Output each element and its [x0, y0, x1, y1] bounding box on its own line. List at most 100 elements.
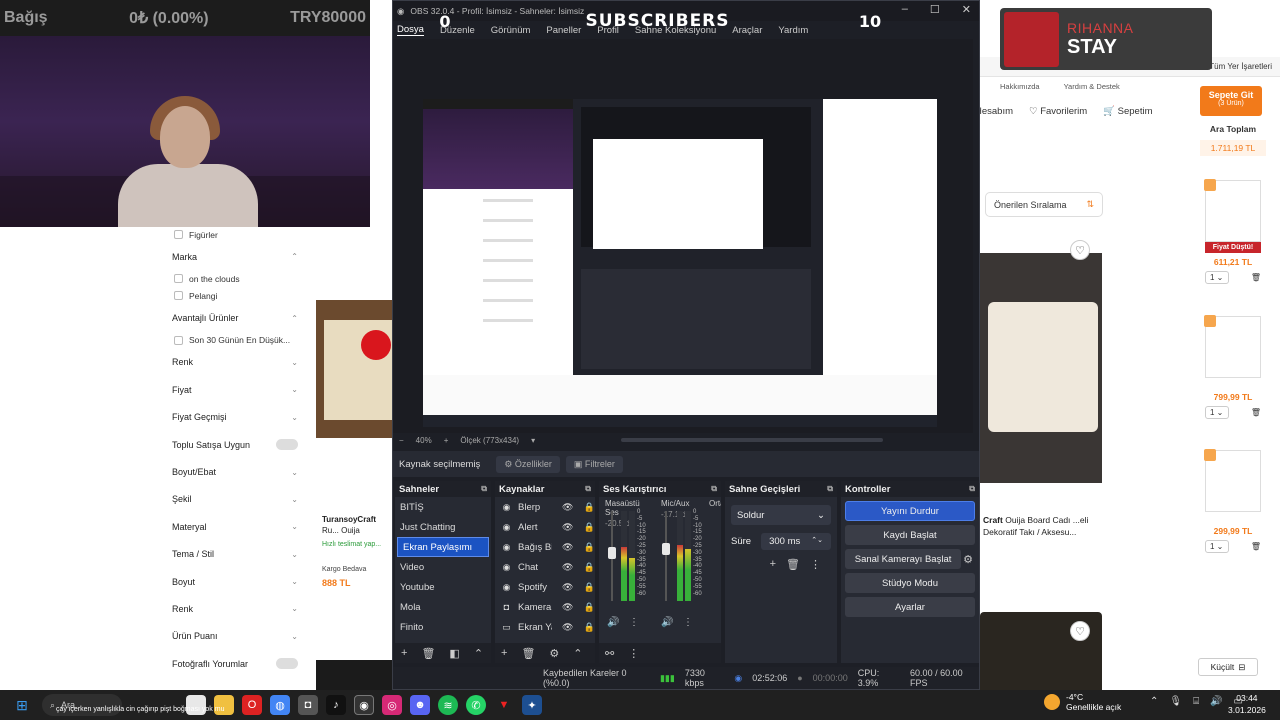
- zoom-in-icon[interactable]: +: [444, 436, 449, 445]
- filter-header[interactable]: Ürün Puanı ⌄: [160, 623, 310, 650]
- item-checkbox[interactable]: [1204, 315, 1216, 327]
- visibility-icon[interactable]: 👁: [562, 522, 573, 533]
- start-virtual-camera-button[interactable]: Sanal Kamerayı Başlat: [845, 549, 962, 569]
- account-link[interactable]: Hesabım: [975, 106, 1013, 117]
- source-item[interactable]: ◉ Spotify 👁 🔒: [495, 577, 595, 597]
- filters-button[interactable]: ▣ Filtreler: [565, 455, 623, 473]
- filter-header[interactable]: Tema / Stil ⌄: [160, 541, 310, 568]
- studio-mode-button[interactable]: Stüdyo Modu: [845, 573, 975, 593]
- visibility-icon[interactable]: 👁: [562, 562, 573, 573]
- instagram-icon[interactable]: ◎: [382, 695, 402, 715]
- scene-item[interactable]: Mola: [395, 597, 491, 617]
- checkbox[interactable]: [174, 291, 183, 301]
- preview-scrollbar[interactable]: [621, 438, 883, 442]
- all-bookmarks[interactable]: Tüm Yer İşaretleri: [1209, 62, 1272, 71]
- source-item[interactable]: ◘ Kamera 👁 🔒: [495, 597, 595, 617]
- scene-item[interactable]: Youtube: [395, 577, 491, 597]
- scale-label[interactable]: Ölçek (773x434): [460, 436, 519, 445]
- link-icon[interactable]: ⚯: [605, 647, 614, 660]
- chrome-icon[interactable]: ◍: [270, 695, 290, 715]
- more-icon[interactable]: ⋮: [628, 647, 639, 660]
- start-recording-button[interactable]: Kaydı Başlat: [845, 525, 975, 545]
- checkbox[interactable]: [174, 230, 183, 239]
- visibility-icon[interactable]: 👁: [562, 542, 573, 553]
- cart-link[interactable]: 🛒 Sepetim: [1103, 106, 1152, 117]
- filter-option[interactable]: Pelangi: [160, 287, 310, 304]
- zoom-out-icon[interactable]: −: [399, 436, 404, 445]
- lock-icon[interactable]: 🔒: [583, 562, 594, 573]
- camera-icon[interactable]: ◘: [298, 695, 318, 715]
- scene-item[interactable]: Ekran Paylaşımı: [397, 537, 489, 557]
- source-item[interactable]: ◉ Chat 👁 🔒: [495, 557, 595, 577]
- source-item[interactable]: ◉ Blerp 👁 🔒: [495, 497, 595, 517]
- filter-header[interactable]: Materyal ⌄: [160, 513, 310, 540]
- qty-select[interactable]: 1 ⌄: [1205, 271, 1229, 284]
- qty-select[interactable]: 1 ⌄: [1205, 540, 1229, 553]
- checkbox[interactable]: [174, 274, 183, 284]
- visibility-icon[interactable]: 👁: [562, 622, 573, 633]
- sort-dropdown[interactable]: Önerilen Sıralama ⇅: [985, 192, 1103, 217]
- close-icon[interactable]: ✕: [962, 3, 971, 16]
- undock-icon[interactable]: ⧉: [711, 484, 717, 494]
- qty-select[interactable]: 1 ⌄: [1205, 406, 1229, 419]
- scene-item[interactable]: BITİŞ: [395, 497, 491, 517]
- app-icon[interactable]: ✦: [522, 695, 542, 715]
- obs-icon[interactable]: ◉: [354, 695, 374, 715]
- duration-input[interactable]: 300 ms ⌃⌄: [761, 533, 831, 550]
- clock[interactable]: 03:44 3.01.2026: [1228, 692, 1266, 716]
- filter-header[interactable]: Boyut/Ebat ⌄: [160, 458, 310, 485]
- filter-header[interactable]: Boyut ⌄: [160, 568, 310, 595]
- filter-option[interactable]: Son 30 Günün En Düşük...: [160, 332, 310, 349]
- lock-icon[interactable]: 🔒: [583, 622, 594, 633]
- filter-header[interactable]: Avantajlı Ürünler ⌃: [160, 304, 310, 331]
- undock-icon[interactable]: ⧉: [585, 484, 591, 494]
- about-link[interactable]: Hakkımızda: [1000, 82, 1040, 91]
- favorite-heart-icon[interactable]: ♡: [1070, 240, 1090, 260]
- trash-icon[interactable]: 🗑: [421, 647, 435, 660]
- visibility-icon[interactable]: 👁: [562, 582, 573, 593]
- mic-icon[interactable]: 🎙: [1169, 696, 1182, 707]
- favorites-link[interactable]: ♡ Favorilerim: [1029, 106, 1087, 117]
- network-icon[interactable]: ⌸: [1193, 696, 1199, 707]
- trash-icon[interactable]: 🗑: [786, 558, 800, 571]
- product-title[interactable]: Craft Ouija Board Cadı ...eli Dekoratif …: [983, 514, 1101, 538]
- lock-icon[interactable]: 🔒: [583, 582, 594, 593]
- source-item[interactable]: ◉ Bağış Bil 👁 🔒: [495, 537, 595, 557]
- gear-icon[interactable]: ⚙: [549, 647, 559, 660]
- lock-icon[interactable]: 🔒: [583, 602, 594, 613]
- more-icon[interactable]: ⋮: [683, 617, 693, 628]
- filter-option[interactable]: Figürler: [160, 226, 310, 243]
- settings-button[interactable]: Ayarlar: [845, 597, 975, 617]
- chevron-up-icon[interactable]: ⌃: [573, 647, 582, 660]
- toggle-switch[interactable]: [276, 658, 298, 670]
- maximize-icon[interactable]: ☐: [930, 3, 940, 16]
- item-checkbox[interactable]: [1204, 179, 1216, 191]
- trash-icon[interactable]: 🗑: [1251, 273, 1261, 282]
- more-icon[interactable]: ⋮: [810, 558, 821, 571]
- undock-icon[interactable]: ⧉: [969, 484, 975, 494]
- stop-stream-button[interactable]: Yayını Durdur: [845, 501, 975, 521]
- whatsapp-icon[interactable]: ✆: [466, 695, 486, 715]
- trash-icon[interactable]: 🗑: [1251, 408, 1261, 417]
- undock-icon[interactable]: ⧉: [827, 484, 833, 494]
- filter-option[interactable]: on the clouds: [160, 270, 310, 287]
- filter-header[interactable]: Fiyat ⌄: [160, 376, 310, 403]
- filter-icon[interactable]: ◧: [449, 647, 459, 660]
- filter-header[interactable]: Fiyat Geçmişi ⌄: [160, 404, 310, 431]
- scene-item[interactable]: Just Chatting: [395, 517, 491, 537]
- product-title[interactable]: TuransoyCraft Ru... Ouija: [322, 514, 392, 536]
- filter-toggle[interactable]: Fotoğraflı Yorumlar: [160, 650, 310, 677]
- volume-fader[interactable]: [662, 511, 670, 601]
- discord-icon[interactable]: ☻: [410, 695, 430, 715]
- product-image[interactable]: [316, 300, 392, 438]
- speaker-icon[interactable]: 🔊: [607, 617, 619, 628]
- transition-select[interactable]: Soldur ⌄: [731, 505, 831, 525]
- weather-widget[interactable]: -4°C Genellikle açık: [1044, 692, 1121, 712]
- lock-icon[interactable]: 🔒: [583, 522, 594, 533]
- help-link[interactable]: Yardım & Destek: [1064, 82, 1120, 91]
- checkbox[interactable]: [174, 335, 183, 345]
- properties-button[interactable]: ⚙ Özellikler: [496, 455, 560, 473]
- product-image[interactable]: [316, 660, 392, 690]
- add-icon[interactable]: +: [501, 647, 507, 659]
- filter-header[interactable]: Renk ⌄: [160, 595, 310, 622]
